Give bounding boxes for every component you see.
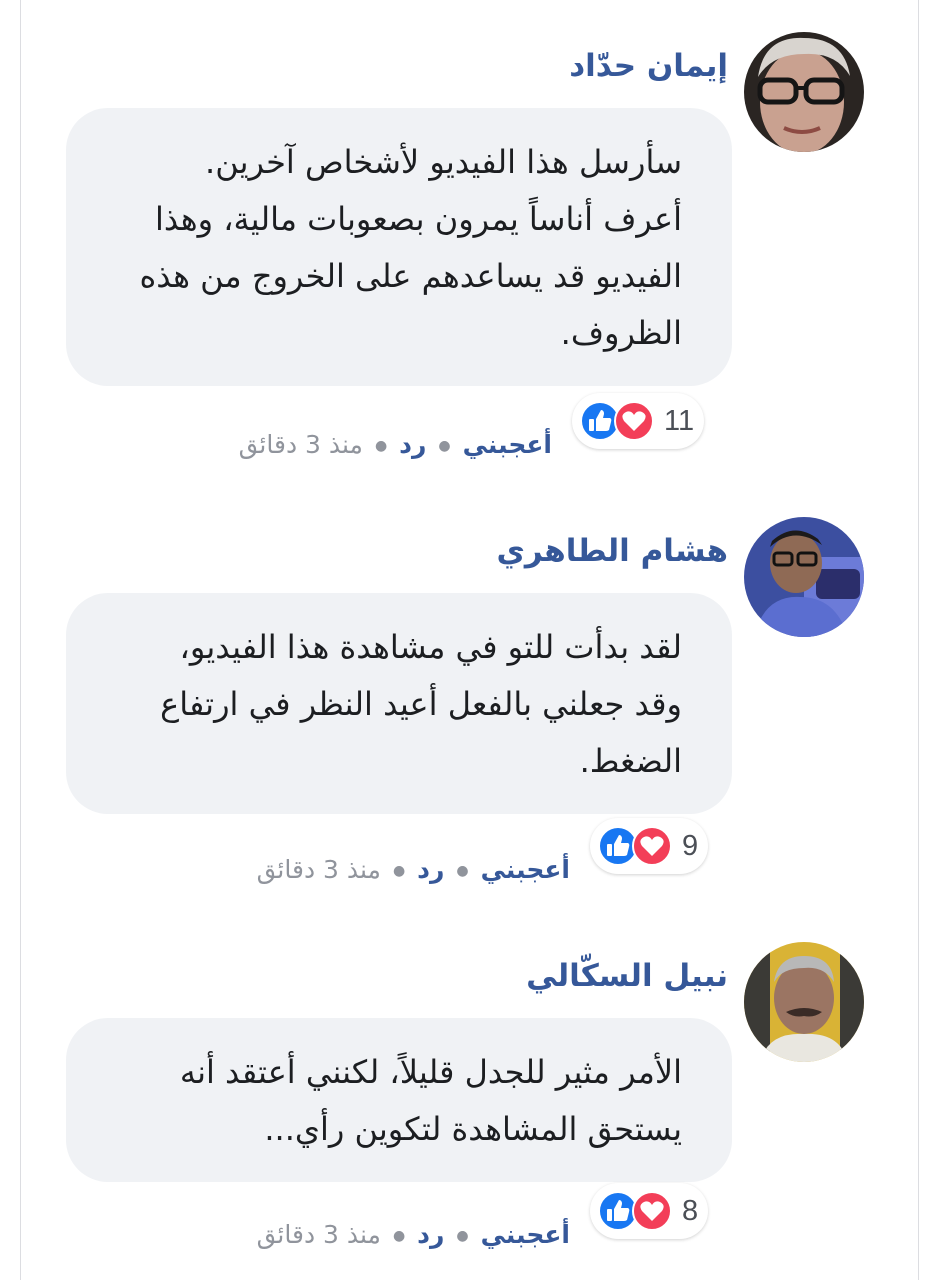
separator-dot: ● [392,1228,406,1244]
comment-text-line: وقد جعلني بالفعل أعيد النظر في ارتفاع [160,685,682,723]
commenter-name[interactable]: نبيل السكّالي [526,958,728,994]
separator-dot: ● [374,438,388,454]
comment-bubble: لقد بدأت للتو في مشاهدة هذا الفيديو، وقد… [66,593,732,814]
comment-text-line: لقد بدأت للتو في مشاهدة هذا الفيديو، [179,628,682,666]
commenter-avatar[interactable] [744,517,864,637]
reactions-summary[interactable]: 8 [590,1183,709,1239]
love-icon [632,1191,672,1231]
love-icon [632,826,672,866]
man-with-glasses-avatar [744,517,864,637]
reactions-summary[interactable]: 9 [590,818,709,874]
comment-text-line: الضغط. [579,742,682,780]
reaction-count: 8 [682,1194,699,1227]
reply-link[interactable]: رد [417,1220,444,1249]
reply-link[interactable]: رد [417,855,444,884]
comment-timestamp[interactable]: منذ 3 دقائق [257,855,381,884]
comment: نبيل السكّالي الأمر مثير للجدل قليلاً، ل… [0,0,938,1249]
separator-dot: ● [438,438,451,454]
comment-text-line: يستحق المشاهدة لتكوين رأي... [264,1110,682,1148]
commenter-name[interactable]: هشام الطاهري [497,533,729,569]
man-with-mustache-avatar [744,942,864,1062]
reaction-count: 9 [682,829,699,862]
comment-actions: أعجبني ● رد ● منذ 3 دقائق [257,1220,570,1249]
comment-bubble: الأمر مثير للجدل قليلاً، لكنني أعتقد أنه… [66,1018,732,1182]
commenter-avatar[interactable] [744,942,864,1062]
like-link[interactable]: أعجبني [481,855,570,884]
separator-dot: ● [456,1228,469,1244]
comment-actions: أعجبني ● رد ● منذ 3 دقائق [257,855,570,884]
separator-dot: ● [392,863,406,879]
comment-timestamp[interactable]: منذ 3 دقائق [257,1220,381,1249]
separator-dot: ● [456,863,469,879]
comment-text-line: الأمر مثير للجدل قليلاً، لكنني أعتقد أنه [179,1053,682,1091]
like-link[interactable]: أعجبني [481,1220,570,1249]
